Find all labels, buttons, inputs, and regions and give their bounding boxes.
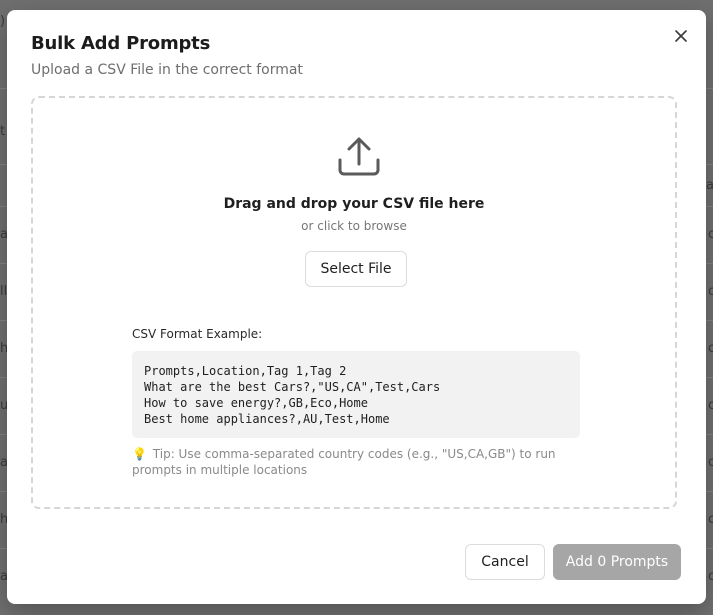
csv-dropzone[interactable]: Drag and drop your CSV file here or clic…: [31, 96, 677, 509]
csv-example-code: Prompts,Location,Tag 1,Tag 2 What are the…: [132, 351, 580, 438]
csv-example-line: Prompts,Location,Tag 1,Tag 2: [144, 364, 347, 378]
csv-example-line: What are the best Cars?,"US,CA",Test,Car…: [144, 380, 441, 394]
lightbulb-icon: 💡: [132, 447, 147, 461]
csv-example-line: Best home appliances?,AU,Test,Home: [144, 412, 390, 426]
csv-format-label: CSV Format Example:: [132, 327, 263, 341]
table-cell: c: [708, 227, 713, 242]
upload-icon: [338, 137, 380, 176]
select-file-button[interactable]: Select File: [305, 251, 407, 287]
table-cell: c: [708, 512, 713, 527]
tip-text: Tip: Use comma-separated country codes (…: [132, 447, 556, 477]
dropzone-title: Drag and drop your CSV file here: [223, 196, 485, 212]
cancel-button[interactable]: Cancel: [465, 544, 545, 580]
close-button[interactable]: [671, 26, 691, 46]
dropzone-subtitle: or click to browse: [301, 219, 407, 233]
add-prompts-button[interactable]: Add 0 Prompts: [553, 544, 681, 580]
table-cell: c: [708, 398, 713, 413]
table-cell: c: [708, 341, 713, 356]
table-cell: c: [708, 284, 713, 299]
table-cell: c: [708, 569, 713, 584]
table-cell: a: [706, 178, 713, 193]
table-cell: c: [708, 455, 713, 470]
dialog-subtitle: Upload a CSV File in the correct format: [31, 62, 303, 78]
dialog-title: Bulk Add Prompts: [31, 33, 211, 54]
close-icon: [675, 30, 687, 42]
csv-tip: 💡 Tip: Use comma-separated country codes…: [132, 446, 592, 478]
bulk-add-prompts-dialog: Bulk Add Prompts Upload a CSV File in th…: [7, 10, 706, 604]
table-cell: t: [0, 124, 6, 139]
csv-example-line: How to save energy?,GB,Eco,Home: [144, 396, 368, 410]
table-cell: ): [0, 14, 6, 29]
